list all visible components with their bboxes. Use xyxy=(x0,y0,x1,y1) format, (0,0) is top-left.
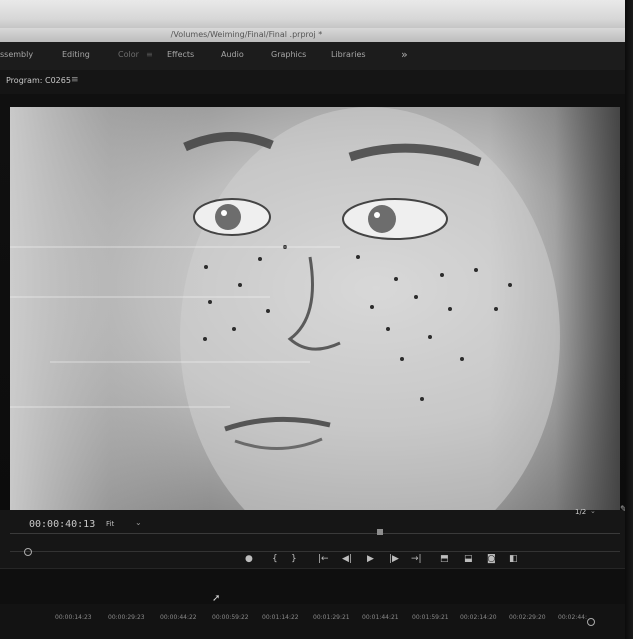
playhead-handle[interactable] xyxy=(377,529,383,535)
ruler-zoom-handle[interactable] xyxy=(587,618,595,626)
ruler-tick-label: 00:02:44: xyxy=(558,614,587,621)
ruler-tick-label: 00:01:44:21 xyxy=(362,614,399,621)
workspace-bar: ssembly Editing Color ≡ Effects Audio Gr… xyxy=(0,42,633,71)
mark-in-button[interactable]: { xyxy=(272,553,278,565)
chevron-down-icon[interactable]: ⌄ xyxy=(135,518,142,527)
comparison-view-button[interactable]: ◧ xyxy=(509,553,518,565)
workspace-tab-graphics[interactable]: Graphics xyxy=(271,50,306,59)
screen: /Volumes/Weiming/Final/Final .prproj * s… xyxy=(0,0,633,639)
face-image xyxy=(10,107,560,510)
ruler-tick-label: 00:02:14:20 xyxy=(460,614,497,621)
program-monitor-header: Program: C0265 ≡ xyxy=(0,70,633,94)
ruler-tick-label: 00:01:59:21 xyxy=(412,614,449,621)
timeline-panel[interactable] xyxy=(0,568,633,605)
zoom-level-select[interactable]: Fit xyxy=(106,520,114,528)
chevron-down-icon[interactable]: ⌄ xyxy=(590,507,596,515)
workspace-tab-libraries[interactable]: Libraries xyxy=(331,50,366,59)
more-workspaces-icon[interactable]: » xyxy=(401,48,408,61)
ruler-tick-label: 00:00:29:23 xyxy=(108,614,145,621)
add-marker-button[interactable]: ● xyxy=(245,553,253,565)
step-forward-button[interactable]: |▶ xyxy=(389,553,399,565)
transport-controls: ● { } |← ◀| ▶ |▶ →| ⬒ ⬓ ◙ ◧ xyxy=(0,553,633,569)
ruler-tick-label: 00:01:14:22 xyxy=(262,614,299,621)
ruler-tick-label: 00:01:29:21 xyxy=(313,614,350,621)
go-to-in-button[interactable]: |← xyxy=(318,553,329,565)
ruler-tick-label: 00:00:44:22 xyxy=(160,614,197,621)
lift-button[interactable]: ⬒ xyxy=(440,553,449,565)
time-ruler[interactable]: 00:00:14:23 00:00:29:23 00:00:44:22 00:0… xyxy=(0,604,633,639)
monitor-bezel xyxy=(625,0,633,639)
workspace-tab-assembly[interactable]: ssembly xyxy=(0,50,33,59)
window-title: /Volumes/Weiming/Final/Final .prproj * xyxy=(170,30,323,39)
workspace-tab-effects[interactable]: Effects xyxy=(167,50,194,59)
program-video-frame[interactable] xyxy=(10,107,620,510)
ruler-tick-label: 00:02:29:20 xyxy=(509,614,546,621)
workspace-tab-editing[interactable]: Editing xyxy=(62,50,90,59)
scrub-bar[interactable] xyxy=(10,533,620,534)
play-button[interactable]: ▶ xyxy=(367,553,374,565)
extract-button[interactable]: ⬓ xyxy=(464,553,473,565)
workspace-tab-menu-icon[interactable]: ≡ xyxy=(146,50,153,59)
resolution-select[interactable]: 1/2 xyxy=(575,508,586,516)
step-back-button[interactable]: ◀| xyxy=(342,553,352,565)
panel-menu-icon[interactable]: ≡ xyxy=(71,75,79,85)
export-frame-button[interactable]: ◙ xyxy=(487,553,496,565)
mark-out-button[interactable]: } xyxy=(291,553,297,565)
workspace-tab-audio[interactable]: Audio xyxy=(221,50,244,59)
go-to-out-button[interactable]: →| xyxy=(411,553,422,565)
playhead-timecode[interactable]: 00:00:40:13 xyxy=(29,519,95,530)
ruler-tick-label: 00:00:14:23 xyxy=(55,614,92,621)
mouse-cursor-icon: ➚ xyxy=(212,593,221,604)
zoom-scroll-bar[interactable] xyxy=(10,551,620,552)
ruler-tick-label: 00:00:59:22 xyxy=(212,614,249,621)
program-monitor-tab[interactable]: Program: C0265 xyxy=(6,76,71,85)
window-title-bar: /Volumes/Weiming/Final/Final .prproj * xyxy=(0,28,633,42)
workspace-tab-color[interactable]: Color xyxy=(118,50,139,59)
